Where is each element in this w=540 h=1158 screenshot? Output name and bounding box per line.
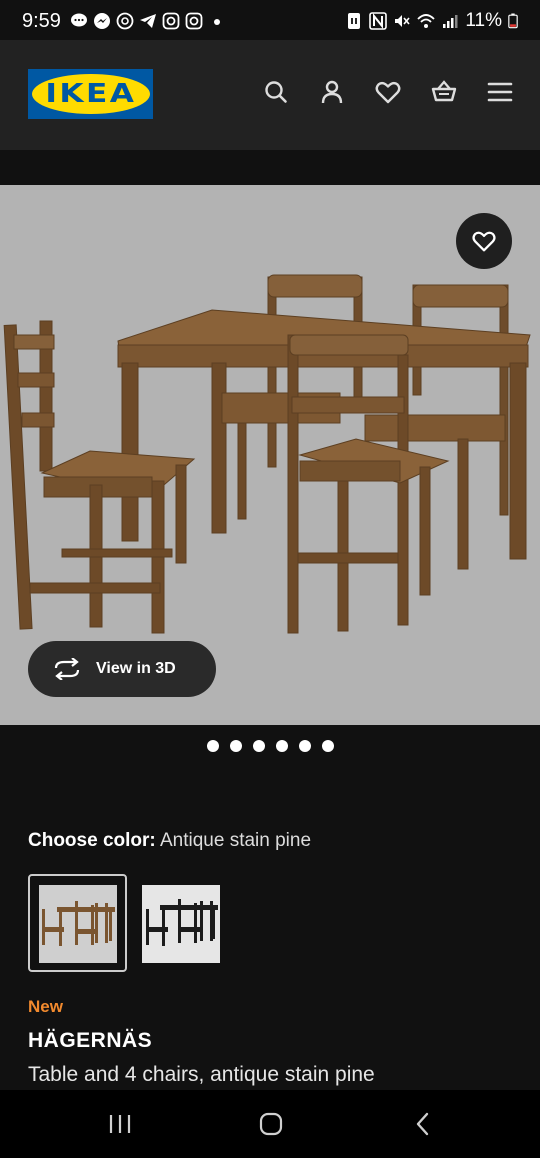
account-icon[interactable] [318, 78, 346, 106]
home-icon [259, 1112, 283, 1136]
swatch-image [142, 885, 220, 963]
pagination-dot[interactable] [206, 740, 219, 752]
product-description: Table and 4 chairs, antique stain pine [28, 1063, 375, 1086]
color-value: Antique stain pine [159, 830, 312, 851]
back-button[interactable] [403, 1108, 443, 1140]
header-actions [262, 78, 514, 106]
menu-icon[interactable] [486, 78, 514, 106]
product-name: HÄGERNÄS [28, 1029, 153, 1052]
signal-icon [443, 15, 458, 28]
logo-oval: IKEA [31, 74, 150, 114]
instagram-icon [162, 12, 180, 30]
color-chooser-heading: Choose color: Antique stain pine [28, 830, 311, 852]
pagination-dot[interactable] [252, 740, 265, 752]
wifi-icon [417, 14, 436, 28]
view-in-3d-button[interactable]: View in 3D [28, 641, 216, 697]
status-bar: 9:59 11% [0, 0, 540, 40]
site-header: IKEA [0, 40, 540, 150]
color-label: Choose color: [28, 830, 156, 851]
logo-text: IKEA [45, 79, 136, 109]
battery-icon [508, 13, 518, 29]
recents-button[interactable] [100, 1108, 140, 1140]
nfc-icon [348, 13, 361, 29]
battery-percent: 11% [465, 10, 502, 31]
system-status: 11% [345, 10, 518, 32]
telegram-icon [140, 14, 156, 28]
pagination-dot[interactable] [275, 740, 288, 752]
recents-icon [109, 1115, 131, 1133]
ikea-logo[interactable]: IKEA [28, 69, 153, 119]
pagination-dot[interactable] [298, 740, 311, 752]
back-icon [416, 1112, 429, 1136]
header-subbar [0, 150, 540, 185]
pagination-dot[interactable] [229, 740, 242, 752]
mute-icon [395, 15, 410, 27]
color-swatch-black[interactable] [142, 885, 220, 963]
swatch-image [39, 885, 117, 963]
color-swatch-antique-stain-pine[interactable] [39, 885, 117, 963]
view-in-3d-label: View in 3D [96, 660, 176, 677]
heart-icon [472, 231, 496, 252]
messenger-icon [94, 13, 110, 29]
instagram-icon [185, 12, 203, 30]
favorite-button[interactable] [456, 213, 512, 269]
gallery-pagination [0, 740, 540, 752]
chat-icon [71, 13, 87, 27]
home-button[interactable] [251, 1108, 291, 1140]
system-navigation-bar [0, 1090, 540, 1158]
dot-icon [214, 19, 220, 25]
new-badge: New [28, 997, 63, 1016]
rotate-3d-icon [54, 658, 80, 680]
search-icon[interactable] [262, 78, 290, 106]
threads-icon [116, 12, 134, 30]
product-image-gallery[interactable]: View in 3D [0, 185, 540, 725]
n-icon [369, 12, 388, 30]
pagination-dot[interactable] [321, 740, 334, 752]
heart-icon[interactable] [374, 78, 402, 106]
status-time: 9:59 [22, 10, 61, 32]
notification-icons [70, 12, 226, 30]
basket-icon[interactable] [430, 78, 458, 106]
